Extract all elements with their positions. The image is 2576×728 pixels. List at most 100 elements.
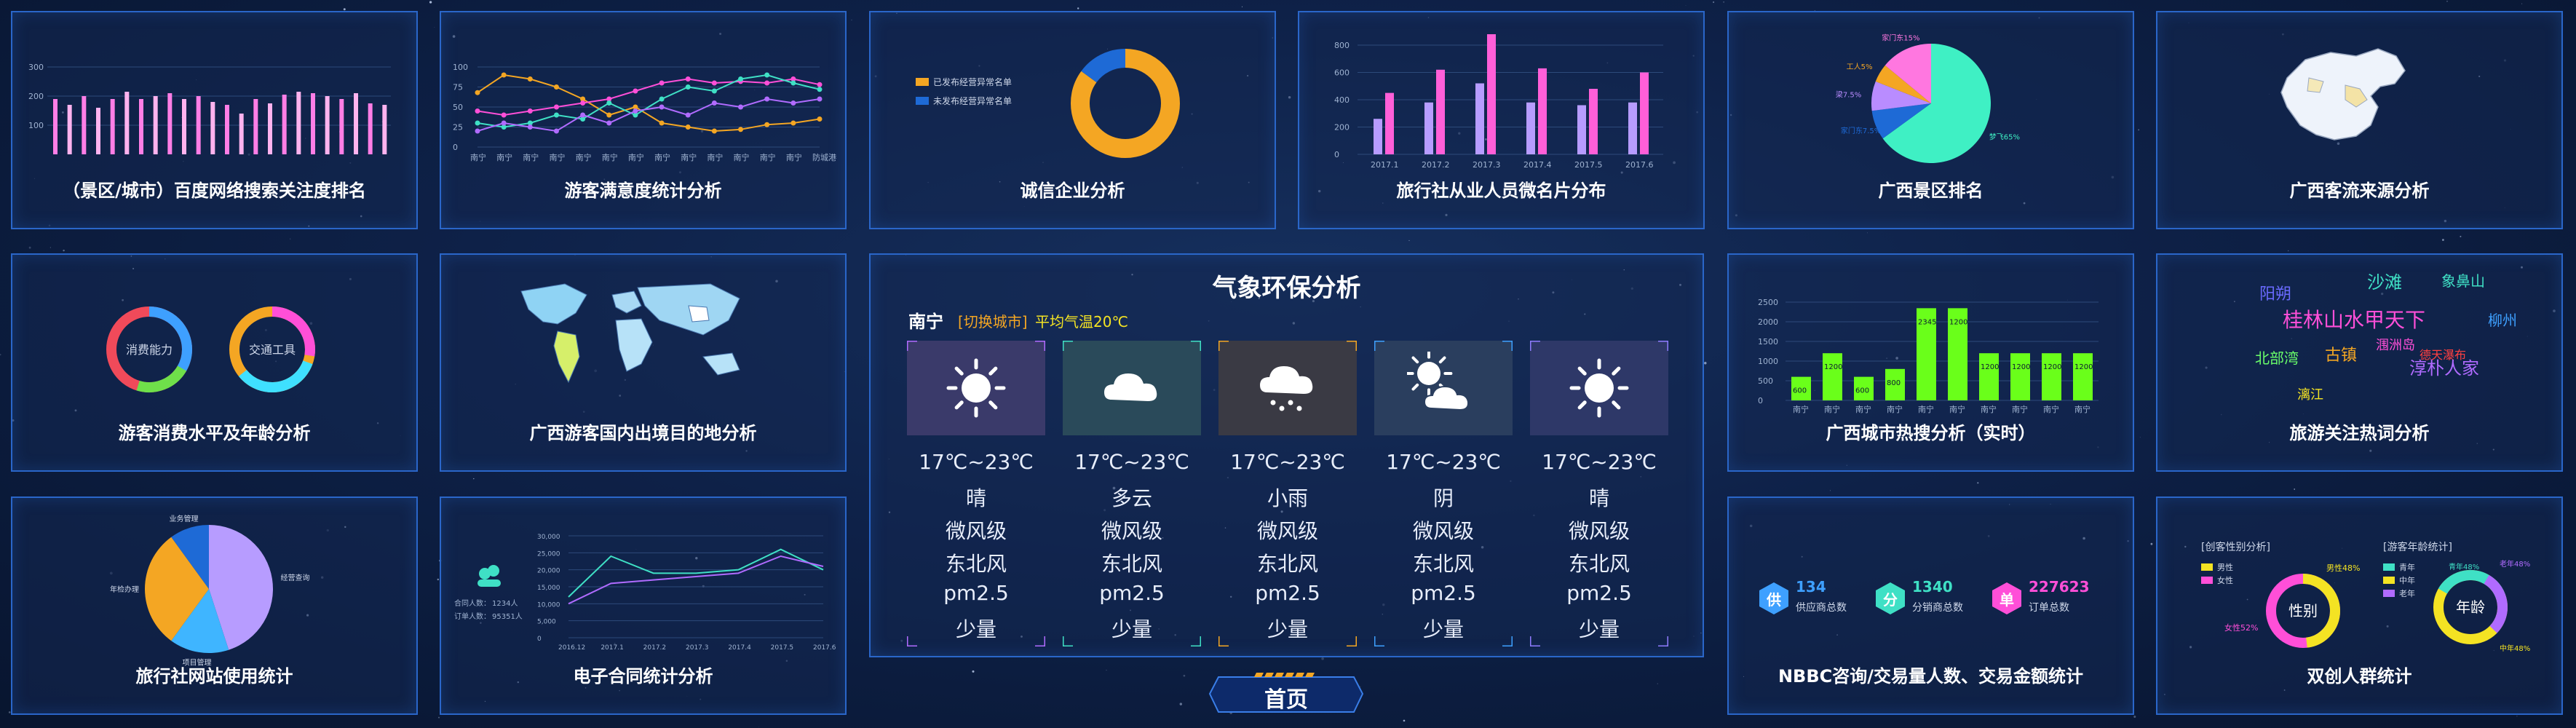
users-icon: [488, 565, 499, 577]
gender-legend-male: 男性: [2217, 562, 2233, 572]
y-tick-label: 0: [537, 636, 542, 643]
series-point: [475, 120, 480, 126]
bar: [1823, 353, 1842, 400]
star: [1867, 232, 1868, 234]
gender-tag-female: 女性52%: [2224, 622, 2258, 633]
x-tick-label: 2017.3: [1473, 160, 1501, 170]
x-tick-label: 2017.2: [643, 644, 667, 652]
forecast-temp: 17℃~23℃: [919, 450, 1034, 474]
forecast-wind-level: 微风级: [1412, 519, 1474, 543]
bar: [1577, 105, 1586, 154]
forecast-day-card[interactable]: 17℃~23℃ 多云 微风级 东北风 pm2.5 少量: [1063, 341, 1201, 646]
hot-word[interactable]: 古镇: [2325, 342, 2357, 365]
forecast-day-card[interactable]: 17℃~23℃ 阴微风级 东北风 pm2.5 少量: [1374, 341, 1513, 646]
star: [1685, 5, 1687, 7]
x-tick-label: 南宁: [470, 152, 486, 162]
bar: [225, 105, 229, 154]
world-map[interactable]: [441, 255, 845, 430]
pie-label: 经营查询: [281, 573, 310, 582]
hot-word[interactable]: 德天瀑布: [2420, 345, 2466, 363]
china-map[interactable]: [2157, 12, 2561, 187]
star: [343, 8, 346, 11]
series-point: [580, 112, 586, 118]
series-point: [659, 120, 665, 126]
bar: [1628, 102, 1637, 154]
nbbc-stat: 单 227623 订单总数: [1991, 578, 2107, 622]
bar: [1640, 72, 1649, 154]
consumption-ring-label: 消费能力: [126, 343, 173, 357]
gender-center: 性别: [2288, 602, 2318, 620]
search-rank-title: （景区/城市）百度网络搜索关注度排名: [63, 181, 366, 201]
forecast-wind-dir: 东北风: [945, 552, 1007, 576]
series-point: [711, 80, 717, 86]
series-point: [501, 112, 507, 118]
bar: [82, 96, 87, 154]
nbbc-panel: 供 134 供应商总数 分 1340 分销商总数 单 227623 订单总数 NBBC咨询/交易…: [1727, 496, 2134, 715]
hot-word[interactable]: 阳朔: [2259, 281, 2291, 304]
gender-ring: 性别: [2266, 574, 2340, 648]
x-tick-label: 南宁: [523, 152, 539, 162]
forecast-day-card[interactable]: 17℃~23℃ 晴微风级 东北风 pm2.5 少量: [907, 341, 1045, 646]
y-tick-label: 20,000: [537, 568, 560, 575]
hot-word[interactable]: 柳州: [2488, 309, 2517, 330]
hot-word[interactable]: 沙滩: [2367, 268, 2402, 293]
switch-city-link[interactable]: [切换城市]: [958, 310, 1028, 331]
bar: [339, 99, 344, 154]
series-point: [553, 84, 559, 90]
search-rank-panel: 300 200 100 （景区/城市）百度网络搜索关注度排名: [11, 11, 418, 229]
star: [49, 247, 51, 248]
star: [1288, 95, 1291, 99]
destination-title: 广西游客国内出境目的地分析: [529, 423, 757, 443]
star: [1403, 719, 1406, 722]
series-point: [817, 87, 823, 92]
demographics-chart: [创客性别分析] [游客年龄统计] 男性 女性 性别 男性48% 女性52% 青…: [2201, 541, 2530, 653]
series-point: [738, 127, 744, 132]
series-point: [553, 128, 559, 134]
pie-label: 年检办理: [110, 585, 139, 594]
x-tick-label: 南宁: [707, 152, 723, 162]
x-tick-label: 南宁: [1793, 404, 1809, 414]
bar: [1385, 92, 1394, 154]
forecast-wind-level: 微风级: [1101, 519, 1162, 543]
hot-word[interactable]: 象鼻山: [2441, 269, 2485, 290]
hot-word[interactable]: 涠洲岛: [2376, 335, 2415, 354]
hot-word[interactable]: 北部湾: [2255, 347, 2299, 368]
age-tag-elder: 老年48%: [2500, 559, 2530, 569]
credit-chart: 已发布经营异常名单未发布经营异常名单: [916, 49, 1180, 158]
forecast-temp: 17℃~23℃: [1074, 450, 1189, 474]
forecast-amount: 少量: [1578, 617, 1620, 641]
agency-staff-panel: 800 600 400 200 0 2017.1 2017.2 2017.3 2017.4 201…: [1298, 11, 1705, 229]
agency-staff-title: 旅行社从业人员微名片分布: [1396, 181, 1606, 201]
bar-value-label: 1200: [2043, 363, 2061, 371]
forecast-day-card[interactable]: 17℃~23℃ 晴微风级 东北风 pm2.5 少量: [1530, 341, 1668, 646]
age-center: 年龄: [2456, 598, 2485, 616]
legend-label: 已发布经营异常名单: [933, 76, 1012, 87]
y-tick-label: 200: [1334, 123, 1350, 132]
hot-word[interactable]: 桂林山水甲天下: [2283, 304, 2425, 333]
forecast-pm: pm2.5: [1566, 581, 1632, 605]
consumption-ring: 消费能力: [106, 306, 192, 392]
forecast-temp: 17℃~23℃: [1542, 450, 1657, 474]
x-tick-label: 2017.5: [1574, 160, 1603, 170]
demographics-panel: [创客性别分析] [游客年龄统计] 男性 女性 性别 男性48% 女性52% 青…: [2156, 496, 2563, 715]
gender-tag-male: 男性48%: [2326, 563, 2360, 573]
nbbc-value: 227623: [2029, 578, 2090, 596]
star: [2133, 715, 2136, 719]
star: [2460, 235, 2462, 237]
bar: [96, 108, 100, 154]
star: [2446, 0, 2448, 2]
series-point: [790, 100, 796, 106]
forecast-pm: pm2.5: [1411, 581, 1476, 605]
satisfaction-panel: 100 75 50 25 0 南宁 南宁 南宁 南宁 南宁 南宁 南宁 南宁 南宁 南宁 南宁 南宁 南宁 防城港 …: [440, 11, 847, 229]
forecast-day-card[interactable]: 17℃~23℃ 小雨 微风级 东北风 pm2.5 少量: [1218, 341, 1357, 646]
consumption-title: 游客消费水平及年龄分析: [118, 423, 311, 443]
home-button[interactable]: 首页: [1208, 671, 1364, 716]
hot-words-title: 旅游关注热词分析: [2289, 423, 2430, 443]
y-tick-label: 600: [1334, 68, 1350, 78]
hot-word[interactable]: 漓江: [2297, 384, 2323, 403]
series-point: [685, 112, 691, 118]
y-tick-label: 30,000: [537, 534, 560, 541]
star: [1077, 7, 1079, 9]
nbbc-value: 134: [1796, 578, 1826, 596]
series-point: [659, 80, 665, 86]
